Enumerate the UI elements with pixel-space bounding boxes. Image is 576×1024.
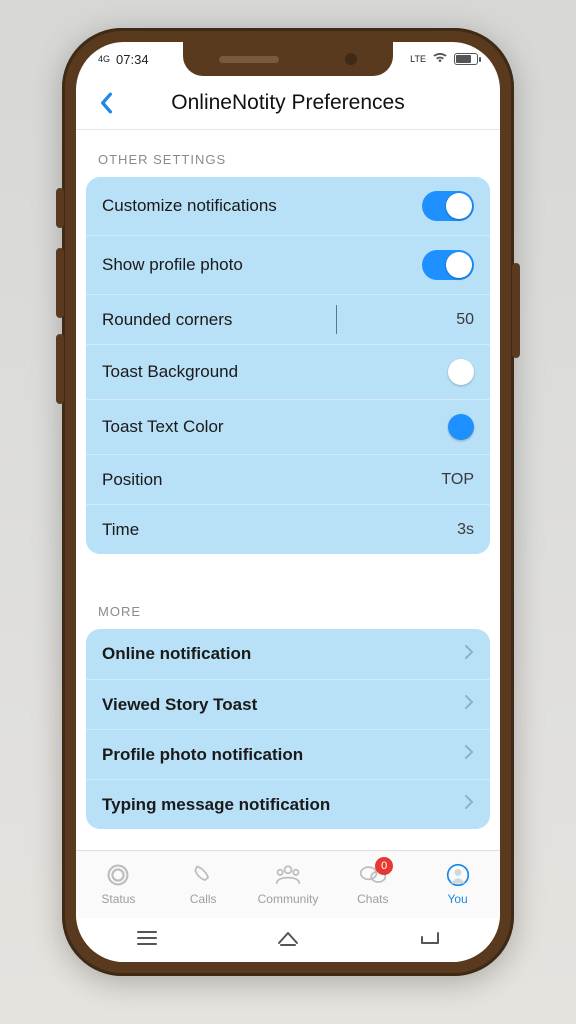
more-card: Online notification Viewed Story Toast P… xyxy=(86,629,490,829)
content-area: OTHER SETTINGS Customize notifications S… xyxy=(76,130,500,850)
tab-status[interactable]: Status xyxy=(76,851,161,918)
bottom-nav: Status Calls Community 0 Chats xyxy=(76,850,500,918)
toggle-customize[interactable] xyxy=(422,191,474,221)
front-camera xyxy=(345,53,357,65)
row-profile-photo-notification[interactable]: Profile photo notification xyxy=(86,729,490,779)
tab-community[interactable]: Community xyxy=(246,851,331,918)
people-icon xyxy=(274,863,302,890)
home-button[interactable] xyxy=(275,929,301,952)
battery-icon xyxy=(454,53,478,65)
tab-chats[interactable]: 0 Chats xyxy=(330,851,415,918)
section-label-other: OTHER SETTINGS xyxy=(86,130,490,177)
profile-icon xyxy=(444,863,472,890)
row-label: Typing message notification xyxy=(102,795,330,815)
tab-you[interactable]: You xyxy=(415,851,500,918)
row-show-profile-photo[interactable]: Show profile photo xyxy=(86,235,490,294)
recents-button[interactable] xyxy=(134,929,160,952)
page-title: OnlineNotity Preferences xyxy=(88,91,488,115)
system-nav-bar xyxy=(76,918,500,962)
notch xyxy=(183,42,393,76)
row-label: Profile photo notification xyxy=(102,745,303,765)
row-label: Position xyxy=(102,470,162,490)
chevron-right-icon xyxy=(464,694,474,715)
other-settings-card: Customize notifications Show profile pho… xyxy=(86,177,490,554)
toggle-show-photo[interactable] xyxy=(422,250,474,280)
row-label: Online notification xyxy=(102,644,251,664)
row-time[interactable]: Time 3s xyxy=(86,504,490,554)
row-value: 3s xyxy=(457,521,474,539)
tab-calls[interactable]: Calls xyxy=(161,851,246,918)
phone-icon xyxy=(189,863,217,890)
status-ring-icon xyxy=(104,863,132,890)
status-time: 07:34 xyxy=(116,52,149,67)
network-indicator: 4G xyxy=(98,55,110,64)
row-toast-text-color[interactable]: Toast Text Color xyxy=(86,399,490,454)
row-typing-message-notification[interactable]: Typing message notification xyxy=(86,779,490,829)
row-label: Toast Background xyxy=(102,362,238,382)
chevron-right-icon xyxy=(464,744,474,765)
row-label: Time xyxy=(102,520,139,540)
row-position[interactable]: Position TOP xyxy=(86,454,490,504)
chevron-right-icon xyxy=(464,794,474,815)
row-value: 50 xyxy=(456,311,474,329)
tab-label: Community xyxy=(258,892,319,906)
tab-label: Status xyxy=(101,892,135,906)
side-button xyxy=(56,188,64,228)
color-swatch-toast-bg[interactable] xyxy=(448,359,474,385)
row-viewed-story-toast[interactable]: Viewed Story Toast xyxy=(86,679,490,729)
tab-label: Calls xyxy=(190,892,217,906)
phone-frame: 4G 07:34 LTE OnlineNotity Preferences OT… xyxy=(62,28,514,976)
divider-line xyxy=(336,305,337,334)
row-customize-notifications[interactable]: Customize notifications xyxy=(86,177,490,235)
row-rounded-corners[interactable]: Rounded corners 50 xyxy=(86,294,490,344)
row-value: TOP xyxy=(441,471,474,489)
tab-label: You xyxy=(447,892,467,906)
row-label: Toast Text Color xyxy=(102,417,224,437)
row-label: Rounded corners xyxy=(102,310,232,330)
row-label: Show profile photo xyxy=(102,255,243,275)
screen: 4G 07:34 LTE OnlineNotity Preferences OT… xyxy=(76,42,500,962)
volume-up-button xyxy=(56,248,64,318)
row-toast-background[interactable]: Toast Background xyxy=(86,344,490,399)
tab-label: Chats xyxy=(357,892,388,906)
wifi-icon xyxy=(432,52,448,67)
power-button xyxy=(512,263,520,358)
volume-down-button xyxy=(56,334,64,404)
chats-badge: 0 xyxy=(375,857,393,875)
row-label: Viewed Story Toast xyxy=(102,695,257,715)
lte-indicator: LTE xyxy=(410,55,426,64)
color-swatch-toast-text[interactable] xyxy=(448,414,474,440)
chevron-right-icon xyxy=(464,644,474,665)
row-online-notification[interactable]: Online notification xyxy=(86,629,490,679)
speaker-grille xyxy=(219,56,279,63)
section-label-more: MORE xyxy=(86,582,490,629)
back-system-button[interactable] xyxy=(416,929,442,952)
row-label: Customize notifications xyxy=(102,196,277,216)
page-header: OnlineNotity Preferences xyxy=(76,76,500,130)
